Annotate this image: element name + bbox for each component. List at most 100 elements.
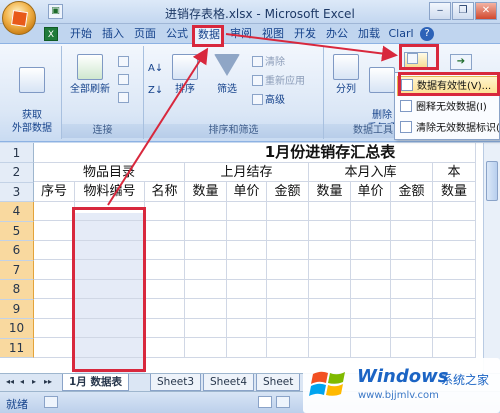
clear-button[interactable]: 清除 xyxy=(252,56,285,70)
grid-cell[interactable] xyxy=(351,260,391,280)
grid-cell[interactable] xyxy=(227,221,267,241)
row-header[interactable]: 3 xyxy=(0,182,34,202)
grid-cell[interactable] xyxy=(34,299,75,319)
properties-icon[interactable] xyxy=(118,74,131,88)
grid-cell[interactable] xyxy=(267,299,309,319)
scroll-thumb[interactable] xyxy=(486,161,498,201)
sheet-tab-jan[interactable]: 1月 数据表 xyxy=(62,374,129,391)
grid-cell[interactable] xyxy=(309,299,351,319)
grid-cell[interactable] xyxy=(391,221,433,241)
first-sheet-icon[interactable]: ◂◂ xyxy=(6,377,14,386)
menu-item-data-validation[interactable]: 数据有效性(V)... xyxy=(397,76,500,96)
header-this-month-in[interactable]: 本月入库 xyxy=(309,162,433,182)
last-sheet-icon[interactable]: ▸▸ xyxy=(44,377,52,386)
filter-button[interactable]: 筛选 xyxy=(210,54,244,96)
column-header-cell[interactable]: 数量 xyxy=(309,182,351,202)
grid-cell[interactable] xyxy=(75,221,145,241)
grid-cell[interactable] xyxy=(227,338,267,358)
row-header[interactable]: 6 xyxy=(0,241,34,261)
close-button[interactable]: ✕ xyxy=(475,2,497,20)
grid-cell[interactable] xyxy=(391,260,433,280)
grid-cell[interactable] xyxy=(351,279,391,299)
sheet-tab-sheet5[interactable]: Sheet xyxy=(256,374,301,391)
column-header-cell[interactable]: 数量 xyxy=(433,182,476,202)
row-header[interactable]: 2 xyxy=(0,163,34,183)
sheet-tab-sheet4[interactable]: Sheet4 xyxy=(203,374,255,391)
grid-cell[interactable] xyxy=(433,260,476,280)
grid-cell[interactable] xyxy=(391,279,433,299)
grid-cell[interactable] xyxy=(351,338,391,358)
macro-record-icon[interactable] xyxy=(44,396,58,408)
sort-az-icon[interactable]: A↓ xyxy=(148,62,163,76)
grid-cell[interactable] xyxy=(34,143,75,163)
column-header-cell[interactable]: 名称 xyxy=(145,182,185,202)
grid-cell[interactable] xyxy=(309,279,351,299)
minimize-button[interactable]: ‒ xyxy=(429,2,451,20)
grid-cell[interactable] xyxy=(75,299,145,319)
help-icon[interactable]: ? xyxy=(420,27,434,41)
grid-cell[interactable] xyxy=(351,318,391,338)
grid-cell[interactable] xyxy=(391,338,433,358)
grid-cell[interactable] xyxy=(309,260,351,280)
grid-cell[interactable] xyxy=(267,260,309,280)
grid-cell[interactable] xyxy=(267,240,309,260)
grid-cell[interactable] xyxy=(145,240,185,260)
grid-cell[interactable] xyxy=(267,201,309,221)
row-header[interactable]: 10 xyxy=(0,319,34,339)
grid-cell[interactable] xyxy=(351,240,391,260)
menu-item-circle-invalid[interactable]: 圈释无效数据(I) xyxy=(397,98,500,118)
tab-office[interactable]: 办公 xyxy=(322,26,352,44)
row-header[interactable]: 8 xyxy=(0,280,34,300)
grid-cell[interactable] xyxy=(75,143,145,163)
grid-cell[interactable] xyxy=(34,338,75,358)
grid-cell[interactable] xyxy=(185,299,227,319)
next-sheet-icon[interactable]: ▸ xyxy=(32,377,36,386)
grid-cell[interactable] xyxy=(185,221,227,241)
grid-cell[interactable] xyxy=(145,299,185,319)
menu-item-clear-validation[interactable]: 清除无效数据标识(R) xyxy=(397,119,500,139)
grid-cell[interactable] xyxy=(351,221,391,241)
header-partial[interactable]: 本 xyxy=(433,162,476,182)
grid-cell[interactable] xyxy=(267,221,309,241)
tab-formulas[interactable]: 公式 xyxy=(162,26,192,44)
grid-cell[interactable] xyxy=(391,240,433,260)
grid-cell[interactable] xyxy=(433,318,476,338)
grid-cell[interactable] xyxy=(433,279,476,299)
grid-cell[interactable] xyxy=(227,299,267,319)
grid-cell[interactable] xyxy=(309,338,351,358)
sheet-tab-sheet3[interactable]: Sheet3 xyxy=(150,374,202,391)
advanced-button[interactable]: 高级 xyxy=(252,94,285,108)
header-item-catalog[interactable]: 物品目录 xyxy=(34,162,185,182)
refresh-all-button[interactable]: 全部刷新 xyxy=(68,54,112,96)
reapply-button[interactable]: 重新应用 xyxy=(252,75,305,89)
grid-cell[interactable] xyxy=(145,279,185,299)
office-button[interactable] xyxy=(2,1,36,35)
forward-arrow-icon[interactable]: ➔ xyxy=(450,54,472,70)
grid-cell[interactable] xyxy=(309,318,351,338)
tab-addins[interactable]: 加载 xyxy=(354,26,384,44)
tab-review[interactable]: 审阅 xyxy=(226,26,256,44)
grid-cell[interactable] xyxy=(34,240,75,260)
vertical-scrollbar[interactable] xyxy=(483,143,500,373)
grid-cell[interactable] xyxy=(267,318,309,338)
grid-cell[interactable] xyxy=(227,260,267,280)
grid-cell[interactable] xyxy=(75,260,145,280)
grid-cell[interactable] xyxy=(185,240,227,260)
grid-cell[interactable] xyxy=(34,260,75,280)
grid-cell[interactable] xyxy=(145,260,185,280)
tab-data[interactable]: 数据 xyxy=(194,26,224,44)
tab-insert[interactable]: 插入 xyxy=(98,26,128,44)
grid-cell[interactable] xyxy=(145,318,185,338)
grid-cell[interactable] xyxy=(75,338,145,358)
row-header[interactable]: 9 xyxy=(0,299,34,319)
grid-cell[interactable] xyxy=(185,260,227,280)
row-header[interactable]: 4 xyxy=(0,202,34,222)
grid-cell[interactable] xyxy=(309,221,351,241)
grid-cell[interactable] xyxy=(433,299,476,319)
get-external-data-button[interactable]: 获取 外部数据 xyxy=(10,54,54,135)
sheet-title-cell[interactable]: 1月份进销存汇总表 xyxy=(185,143,476,163)
data-validation-button[interactable] xyxy=(404,52,428,70)
tab-view[interactable]: 视图 xyxy=(258,26,288,44)
edit-links-icon[interactable] xyxy=(118,92,131,106)
restore-button[interactable]: ❐ xyxy=(452,2,474,20)
